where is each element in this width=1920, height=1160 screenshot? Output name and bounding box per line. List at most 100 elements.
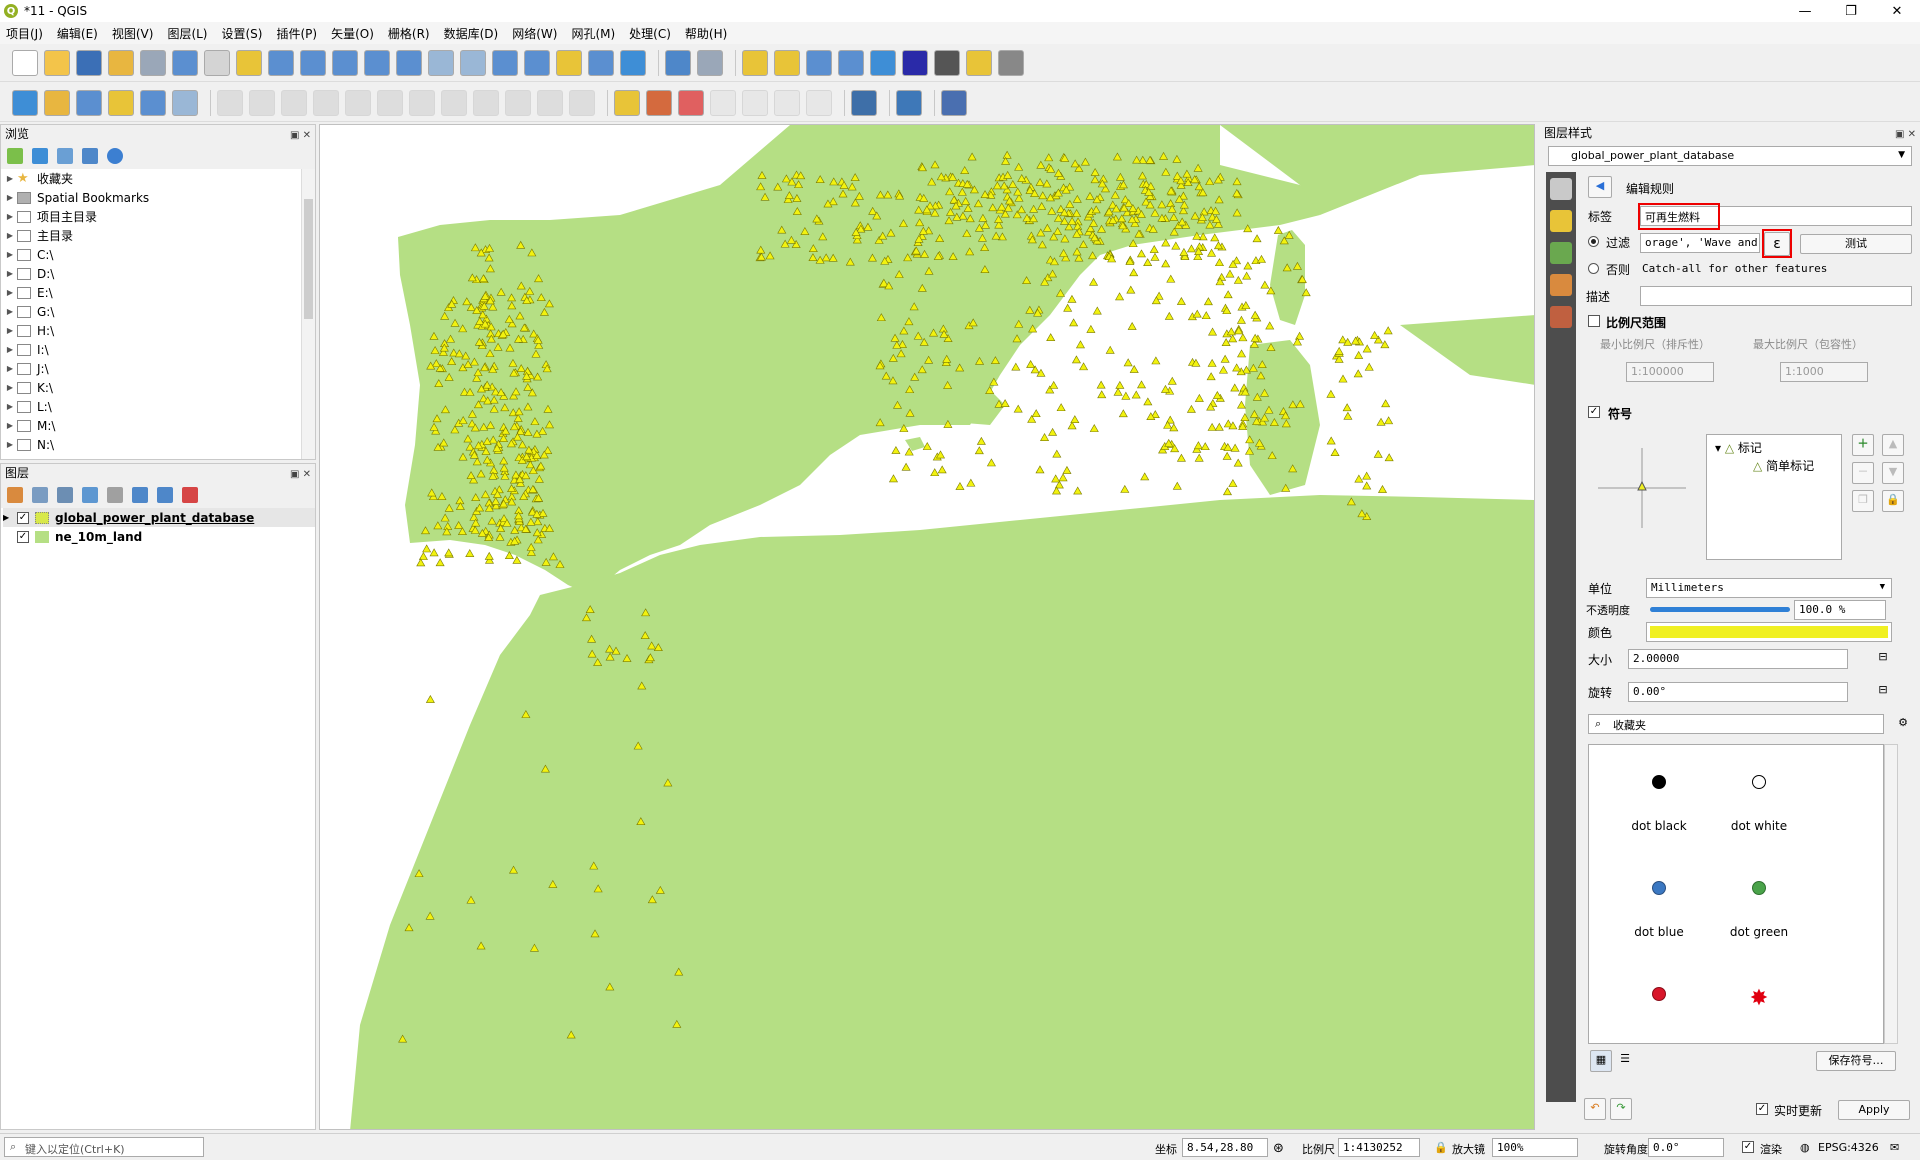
annotation-icon[interactable] (902, 49, 928, 76)
expand-arrow-icon[interactable]: ▶ (3, 212, 17, 221)
move-label-icon[interactable] (742, 89, 768, 116)
add-selected-icon[interactable] (7, 148, 23, 164)
maximize-button[interactable]: ❐ (1828, 0, 1874, 22)
expand-arrow-icon[interactable]: ▶ (3, 421, 17, 430)
labels-tab-icon[interactable] (1550, 210, 1572, 232)
filter-expression-input[interactable]: orage', 'Wave and Tidal') (1640, 233, 1760, 253)
expand-arrow-icon[interactable]: ▶ (3, 269, 17, 278)
browser-item[interactable]: ▶ C:\ (3, 245, 299, 264)
new-spatialite-icon[interactable] (140, 89, 166, 116)
cut-features-icon[interactable] (441, 89, 467, 116)
expression-filter-icon[interactable] (107, 487, 123, 503)
symbol-library-item[interactable]: dot blue (1609, 881, 1709, 939)
rotation-input[interactable]: 0.0° (1648, 1138, 1724, 1157)
field-calculator-icon[interactable] (774, 49, 800, 76)
crs-globe-icon[interactable]: ◍ (1800, 1141, 1810, 1154)
browser-item[interactable]: ▶ E:\ (3, 283, 299, 302)
menu-item[interactable]: 矢量(O) (331, 25, 374, 42)
map-tips-icon[interactable] (966, 49, 992, 76)
expand-arrow-icon[interactable]: ▶ (3, 364, 17, 373)
measure-icon[interactable] (870, 49, 896, 76)
expand-arrow-icon[interactable]: ▶ (3, 193, 17, 202)
collapse-all-icon[interactable] (157, 487, 173, 503)
history-tab-icon[interactable] (1550, 306, 1572, 328)
style-manager-icon[interactable] (172, 49, 198, 76)
render-checkbox[interactable]: ✓ (1742, 1141, 1754, 1153)
menu-item[interactable]: 网孔(M) (571, 25, 615, 42)
menu-item[interactable]: 设置(S) (222, 25, 263, 42)
symbol-search-input[interactable]: ⌕ 收藏夹 (1588, 714, 1884, 734)
size-spinbox[interactable]: 2.00000 (1628, 649, 1848, 669)
symbol-library-item[interactable]: dot white (1709, 775, 1809, 833)
zoom-next-icon[interactable] (492, 49, 518, 76)
save-symbol-button[interactable]: 保存符号… (1816, 1051, 1896, 1071)
select-features-icon[interactable] (665, 49, 691, 76)
close-button[interactable]: ✕ (1874, 0, 1920, 22)
menu-item[interactable]: 帮助(H) (685, 25, 727, 42)
menu-item[interactable]: 视图(V) (112, 25, 154, 42)
symbol-library-item[interactable]: ✸ (1709, 987, 1809, 1033)
expand-arrow-icon[interactable]: ▶ (3, 345, 17, 354)
scale-input[interactable]: 1:4130252 (1338, 1138, 1420, 1157)
redo-icon[interactable] (569, 89, 595, 116)
symbol-library-scrollbar[interactable] (1884, 744, 1898, 1044)
rotation-spinbox[interactable]: 0.00° (1628, 682, 1848, 702)
change-label-icon[interactable] (806, 89, 832, 116)
save-edits-icon[interactable] (281, 89, 307, 116)
toggle-editing-icon[interactable] (249, 89, 275, 116)
remove-symbol-layer-button[interactable]: － (1852, 462, 1874, 484)
style-manager-icon[interactable]: ⚙ (1892, 714, 1914, 734)
pin-labels-icon[interactable] (678, 89, 704, 116)
open-project-icon[interactable] (44, 49, 70, 76)
new-virtual-layer-icon[interactable] (172, 89, 198, 116)
paste-features-icon[interactable] (505, 89, 531, 116)
new-bookmark-icon[interactable] (524, 49, 550, 76)
layer-styling-icon[interactable] (7, 487, 23, 503)
symbol-library-item[interactable] (1609, 987, 1709, 1031)
current-edits-icon[interactable] (217, 89, 243, 116)
menu-item[interactable]: 图层(L) (167, 25, 207, 42)
browser-item[interactable]: ▶ N:\ (3, 435, 299, 454)
browser-item[interactable]: ▶ Spatial Bookmarks (3, 188, 299, 207)
add-feature-icon[interactable] (313, 89, 339, 116)
test-button[interactable]: 测试 (1800, 234, 1912, 254)
locator-input[interactable]: ⌕ 键入以定位(Ctrl+K) (4, 1137, 204, 1157)
new-geopackage-icon[interactable] (44, 89, 70, 116)
layer-visibility-checkbox[interactable]: ✓ (17, 530, 29, 543)
statistics-icon[interactable] (838, 49, 864, 76)
refresh-icon[interactable] (588, 49, 614, 76)
undo-icon[interactable]: ↶ (1584, 1098, 1606, 1120)
color-button[interactable] (1646, 622, 1892, 642)
deselect-icon[interactable] (697, 49, 723, 76)
menu-item[interactable]: 数据库(D) (444, 25, 499, 42)
undo-icon[interactable] (537, 89, 563, 116)
filter-icon[interactable] (57, 148, 73, 164)
icon-view-button[interactable]: ▦ (1590, 1050, 1612, 1072)
3d-view-tab-icon[interactable] (1550, 242, 1572, 264)
zoom-layer-icon[interactable] (396, 49, 422, 76)
copy-features-icon[interactable] (473, 89, 499, 116)
magnifier-input[interactable]: 100% (1492, 1138, 1578, 1157)
browser-item[interactable]: ▶ G:\ (3, 302, 299, 321)
messages-icon[interactable]: ✉ (1890, 1141, 1899, 1154)
symbol-tree-simple[interactable]: △ 简单标记 (1753, 457, 1815, 474)
new-temp-layer-icon[interactable] (108, 89, 134, 116)
browser-item[interactable]: ▶ K:\ (3, 378, 299, 397)
layer-item[interactable]: ✓ ne_10m_land (3, 527, 315, 546)
delete-selected-icon[interactable] (409, 89, 435, 116)
lock-scale-icon[interactable]: 🔒 (1434, 1141, 1448, 1154)
browser-item[interactable]: ▶ H:\ (3, 321, 299, 340)
refresh-icon[interactable] (32, 148, 48, 164)
expand-arrow-icon[interactable]: ▶ (3, 250, 17, 259)
pan-to-selection-icon[interactable] (236, 49, 262, 76)
menu-item[interactable]: 项目(J) (6, 25, 43, 42)
expand-arrow-icon[interactable]: ▶ (3, 288, 17, 297)
expand-arrow-icon[interactable]: ▶ (3, 440, 17, 449)
layer-select[interactable]: global_power_plant_database ▼ (1548, 146, 1912, 166)
minimize-button[interactable]: — (1782, 0, 1828, 22)
add-group-icon[interactable] (32, 487, 48, 503)
live-update-checkbox[interactable]: ✓ (1756, 1103, 1768, 1115)
back-button[interactable]: ◀ (1588, 176, 1612, 198)
symbology-tab-icon[interactable] (1550, 178, 1572, 200)
move-up-button[interactable]: ▲ (1882, 434, 1904, 456)
